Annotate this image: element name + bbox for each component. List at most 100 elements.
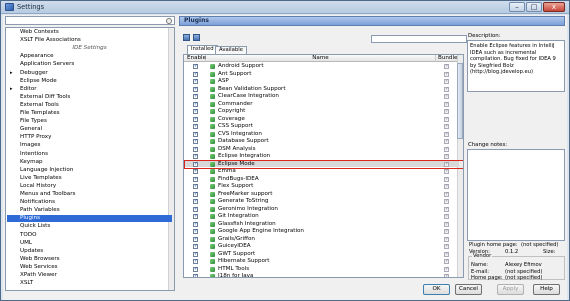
plugin-row[interactable]: ✓ ASP ✓ bbox=[184, 78, 459, 85]
plugin-row[interactable]: ✓ Android Support ✓ bbox=[184, 63, 459, 70]
enable-checkbox[interactable]: ✓ bbox=[193, 109, 198, 114]
plugin-row[interactable]: ✓ Generate ToString ✓ bbox=[184, 198, 459, 205]
plugin-row[interactable]: ✓ Flex Support ✓ bbox=[184, 183, 459, 190]
tab-available[interactable]: Available bbox=[215, 46, 247, 54]
enable-checkbox[interactable]: ✓ bbox=[193, 274, 198, 277]
enable-checkbox[interactable]: ✓ bbox=[193, 139, 198, 144]
plugin-row[interactable]: ✓ Bean Validation Support ✓ bbox=[184, 86, 459, 93]
tree-item[interactable]: ▸ Debugger bbox=[7, 70, 172, 77]
enable-checkbox[interactable]: ✓ bbox=[193, 64, 198, 69]
tree-item[interactable]: Eclipse Mode bbox=[7, 78, 172, 85]
enable-checkbox[interactable]: ✓ bbox=[193, 169, 198, 174]
tree-item[interactable]: Path Variables bbox=[7, 207, 172, 214]
tree-item[interactable]: ▸ Editor bbox=[7, 86, 172, 93]
tree-item[interactable]: Web Services bbox=[7, 264, 172, 271]
plugin-row[interactable]: ✓ CSS Support ✓ bbox=[184, 123, 459, 130]
tree-item[interactable]: Appearance bbox=[7, 53, 172, 60]
plugin-row[interactable]: ✓ Hibernate Support ✓ bbox=[184, 258, 459, 265]
enable-checkbox[interactable]: ✓ bbox=[193, 124, 198, 129]
homepage-value[interactable]: (not specified) bbox=[521, 242, 558, 248]
tab-installed[interactable]: Installed bbox=[187, 45, 218, 54]
apply-button[interactable]: Apply bbox=[497, 284, 524, 295]
tree-item[interactable]: Keymap bbox=[7, 159, 172, 166]
clear-search-icon[interactable] bbox=[166, 18, 172, 24]
help-button[interactable]: Help bbox=[533, 284, 560, 295]
tree-item[interactable]: Notifications bbox=[7, 199, 172, 206]
tree-item[interactable]: External Diff Tools bbox=[7, 94, 172, 101]
vendor-homepage-value[interactable]: (not specified) bbox=[505, 275, 542, 281]
enable-checkbox[interactable]: ✓ bbox=[193, 206, 198, 212]
tree-item[interactable]: Web Contexts bbox=[7, 29, 172, 36]
tree-item[interactable]: HTTP Proxy bbox=[7, 134, 172, 141]
tree-item[interactable]: UML bbox=[7, 240, 172, 247]
enable-checkbox[interactable]: ✓ bbox=[193, 101, 198, 107]
enable-checkbox[interactable]: ✓ bbox=[193, 221, 198, 227]
sort-icon[interactable] bbox=[183, 34, 190, 41]
enable-checkbox[interactable]: ✓ bbox=[193, 94, 198, 99]
enable-checkbox[interactable]: ✓ bbox=[193, 214, 198, 219]
column-bundled[interactable]: Bundled bbox=[436, 55, 461, 62]
plugin-row[interactable]: ✓ DSM Analysis ✓ bbox=[184, 146, 459, 153]
enable-checkbox[interactable]: ✓ bbox=[193, 244, 198, 249]
tree-item[interactable]: Updates bbox=[7, 248, 172, 255]
minimize-button[interactable]: – bbox=[509, 2, 525, 12]
plugin-row[interactable]: ✓ Glassfish Integration ✓ bbox=[184, 221, 459, 228]
plugin-row[interactable]: ✓ Emma ✓ bbox=[184, 168, 459, 175]
plugin-row[interactable]: ✓ Google App Engine Integration ✓ bbox=[184, 228, 459, 235]
plugin-row[interactable]: ✓ Grails/Griffon ✓ bbox=[184, 236, 459, 243]
tree-item[interactable]: External Tools bbox=[7, 102, 172, 109]
plugin-row[interactable]: ✓ CVS Integration ✓ bbox=[184, 131, 459, 138]
plugin-search-input[interactable] bbox=[371, 35, 467, 43]
enable-checkbox[interactable]: ✓ bbox=[193, 259, 198, 264]
tree-item[interactable]: Local History bbox=[7, 183, 172, 190]
reload-icon[interactable] bbox=[193, 34, 200, 41]
plugin-row[interactable]: ✓ Ant Support ✓ bbox=[184, 71, 459, 78]
enable-checkbox[interactable]: ✓ bbox=[193, 146, 198, 152]
tree-item[interactable]: Language Injection bbox=[7, 167, 172, 174]
tree-item[interactable]: Images bbox=[7, 142, 172, 149]
enable-checkbox[interactable]: ✓ bbox=[193, 161, 198, 167]
tree-item[interactable]: File Templates bbox=[7, 110, 172, 117]
enable-checkbox[interactable]: ✓ bbox=[193, 199, 198, 204]
plugin-row[interactable]: ✓ Commander ✓ bbox=[184, 101, 459, 108]
enable-checkbox[interactable]: ✓ bbox=[193, 131, 198, 137]
tree-item[interactable]: Intentions bbox=[7, 151, 172, 158]
expand-arrow-icon[interactable]: ▸ bbox=[10, 70, 13, 77]
tree-item[interactable]: Live Templates bbox=[7, 175, 172, 182]
tree-item[interactable]: TODO bbox=[7, 232, 172, 239]
settings-search-input[interactable] bbox=[5, 16, 175, 25]
expand-arrow-icon[interactable]: ▸ bbox=[10, 86, 13, 93]
maximize-button[interactable]: □ bbox=[526, 2, 542, 12]
enable-checkbox[interactable]: ✓ bbox=[193, 86, 198, 92]
plugin-row[interactable]: ✓ FreeMarker support ✓ bbox=[184, 191, 459, 198]
plugin-row[interactable]: ✓ ClearCase Integration ✓ bbox=[184, 93, 459, 100]
plugin-row[interactable]: ✓ Git Integration ✓ bbox=[184, 213, 459, 220]
plugin-row[interactable]: ✓ Copyright ✓ bbox=[184, 108, 459, 115]
enable-checkbox[interactable]: ✓ bbox=[193, 79, 198, 84]
enable-checkbox[interactable]: ✓ bbox=[193, 116, 198, 122]
plugin-row[interactable]: ✓ Coverage ✓ bbox=[184, 116, 459, 123]
plugin-row[interactable]: ✓ Database Support ✓ bbox=[184, 138, 459, 145]
tree-item[interactable]: Menus and Toolbars bbox=[7, 191, 172, 198]
enable-checkbox[interactable]: ✓ bbox=[193, 176, 198, 182]
enable-checkbox[interactable]: ✓ bbox=[193, 236, 198, 242]
enable-checkbox[interactable]: ✓ bbox=[193, 266, 198, 272]
plugin-row[interactable]: ✓ Eclipse Integration ✓ bbox=[184, 153, 459, 160]
plugin-row[interactable]: ✓ FindBugs-IDEA ✓ bbox=[184, 176, 459, 183]
tree-item[interactable]: Quick Lists bbox=[7, 223, 172, 230]
tree-item[interactable]: Plugins bbox=[7, 215, 172, 222]
tree-item[interactable]: XPath Viewer bbox=[7, 272, 172, 279]
plugin-row[interactable]: ✓ I18n for Java ✓ bbox=[184, 273, 459, 277]
enable-checkbox[interactable]: ✓ bbox=[193, 229, 198, 234]
tree-item[interactable]: General bbox=[7, 126, 172, 133]
enable-checkbox[interactable]: ✓ bbox=[193, 184, 198, 189]
column-name[interactable]: Name bbox=[206, 55, 436, 62]
plugin-row[interactable]: ✓ GuiceyIDEA ✓ bbox=[184, 243, 459, 250]
enable-checkbox[interactable]: ✓ bbox=[193, 191, 198, 197]
plugin-row[interactable]: ✓ Geronimo Integration ✓ bbox=[184, 206, 459, 213]
tree-item[interactable]: XSLT bbox=[7, 280, 172, 287]
enable-checkbox[interactable]: ✓ bbox=[193, 251, 198, 257]
close-button[interactable]: x bbox=[543, 2, 565, 12]
tree-item[interactable]: Application Servers bbox=[7, 61, 172, 68]
tree-item[interactable]: Web Browsers bbox=[7, 256, 172, 263]
